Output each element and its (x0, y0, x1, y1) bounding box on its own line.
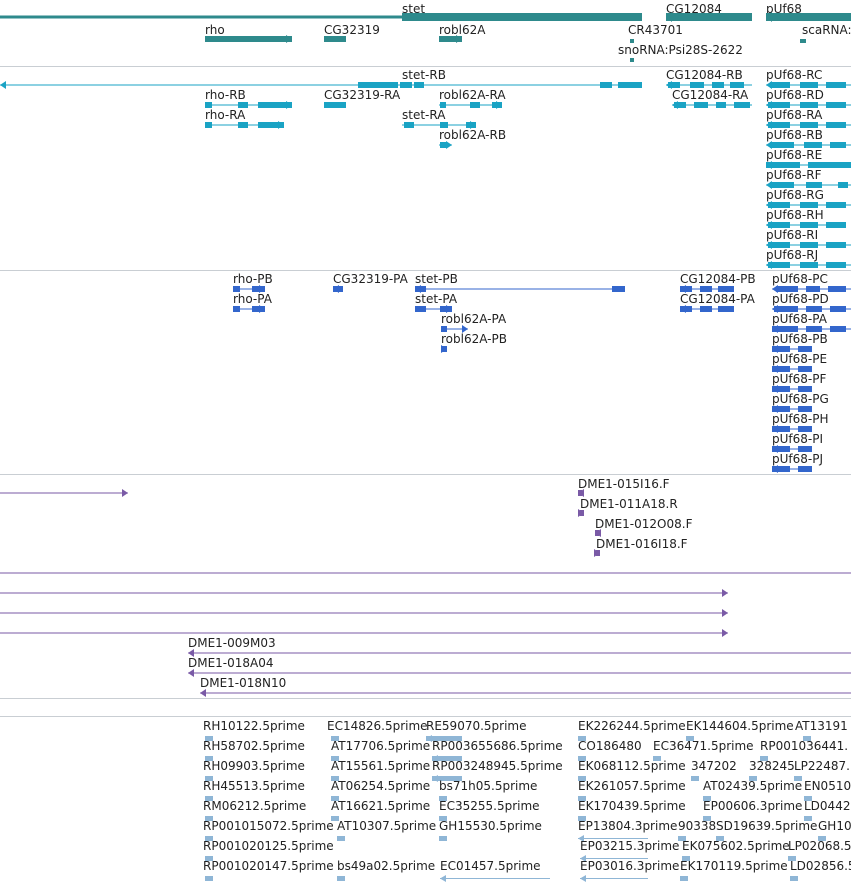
feature-label: AT06254.5prime (331, 779, 431, 793)
feature-label: RH10122.5prime (203, 719, 305, 733)
feature-glyph (790, 875, 798, 881)
feature-label: GH10 (818, 819, 851, 833)
feature-label: EN0510 (804, 779, 851, 793)
intron-line (580, 877, 648, 879)
exon-block (337, 875, 345, 881)
feature-label: RH45513.5prime (203, 779, 305, 793)
feature-label: EK226244.5prime (578, 719, 686, 733)
feature-label: SD19639.5prime (716, 819, 818, 833)
exon-block (205, 875, 213, 881)
feature-label: EP13804.3prime (578, 819, 678, 833)
feature-label: LP22487. (794, 759, 850, 773)
feature-label: 328245 (749, 759, 795, 773)
feature-label: RP001020147.5prime (203, 859, 334, 873)
feature-label: RP003655686.5prime (432, 739, 563, 753)
feature-label: EK261057.5prime (578, 779, 686, 793)
feature-label: RH58702.5prime (203, 739, 305, 753)
feature-label: AT10307.5prime (337, 819, 437, 833)
feature-glyph (680, 875, 688, 881)
feature-label: GH15530.5prime (439, 819, 542, 833)
genome-browser-viewport[interactable]: stet CG12084 pUf68 rho CG32319 robl62A CR43701… (0, 0, 851, 882)
feature-label: EC36471.5prime (653, 739, 754, 753)
feature-label: EP00606.3prime (703, 799, 803, 813)
intron-line (440, 877, 550, 879)
feature-label: EP03215.3prime (580, 839, 680, 853)
feature-label: RP001036441. (760, 739, 849, 753)
exon-block (439, 835, 447, 841)
feature-label: RH09903.5prime (203, 759, 305, 773)
feature-label: bs71h05.5prime (439, 779, 538, 793)
feature-label: EC35255.5prime (439, 799, 540, 813)
track-est: RH10122.5prime EC14826.5prime RE59070.5pri… (0, 0, 851, 882)
feature-label: EP03016.3prime (580, 859, 680, 873)
feature-label: EK170439.5prime (578, 799, 686, 813)
feature-label: EK170119.5prime (680, 859, 788, 873)
feature-glyph (440, 874, 550, 882)
feature-label: LD0442 (804, 799, 851, 813)
feature-label: RM06212.5prime (203, 799, 307, 813)
feature-label: EC01457.5prime (440, 859, 541, 873)
strand-arrow (440, 874, 446, 882)
exon-block (790, 875, 798, 881)
feature-glyph (580, 874, 648, 882)
feature-glyph (691, 775, 699, 781)
feature-label: 90338 (678, 819, 717, 833)
feature-label: CO186480 (578, 739, 642, 753)
feature-glyph (205, 875, 213, 881)
exon-block (691, 775, 699, 781)
strand-arrow (580, 874, 586, 882)
feature-label: LP02068.5 (788, 839, 851, 853)
feature-label: RP001015072.5prime (203, 819, 334, 833)
feature-label: RE59070.5prime (426, 719, 527, 733)
feature-label: AT13191 (795, 719, 848, 733)
feature-label: EC14826.5prime (327, 719, 428, 733)
feature-label: EK075602.5prime (682, 839, 790, 853)
feature-label: AT17706.5prime (331, 739, 431, 753)
feature-label: 347202 (691, 759, 737, 773)
feature-label: AT16621.5prime (331, 799, 431, 813)
feature-label: EK068112.5prime (578, 759, 686, 773)
feature-label: EK144604.5prime (686, 719, 794, 733)
feature-label: LD02856.5 (790, 859, 851, 873)
feature-label: RP003248945.5prime (432, 759, 563, 773)
feature-label: AT15561.5prime (331, 759, 431, 773)
feature-glyph (439, 835, 447, 841)
exon-block (337, 835, 345, 841)
feature-label: AT02439.5prime (703, 779, 803, 793)
exon-block (680, 875, 688, 881)
feature-label: RP001020125.5prime (203, 839, 334, 853)
feature-label: bs49a02.5prime (337, 859, 436, 873)
feature-glyph (337, 875, 345, 881)
feature-glyph (337, 835, 345, 841)
